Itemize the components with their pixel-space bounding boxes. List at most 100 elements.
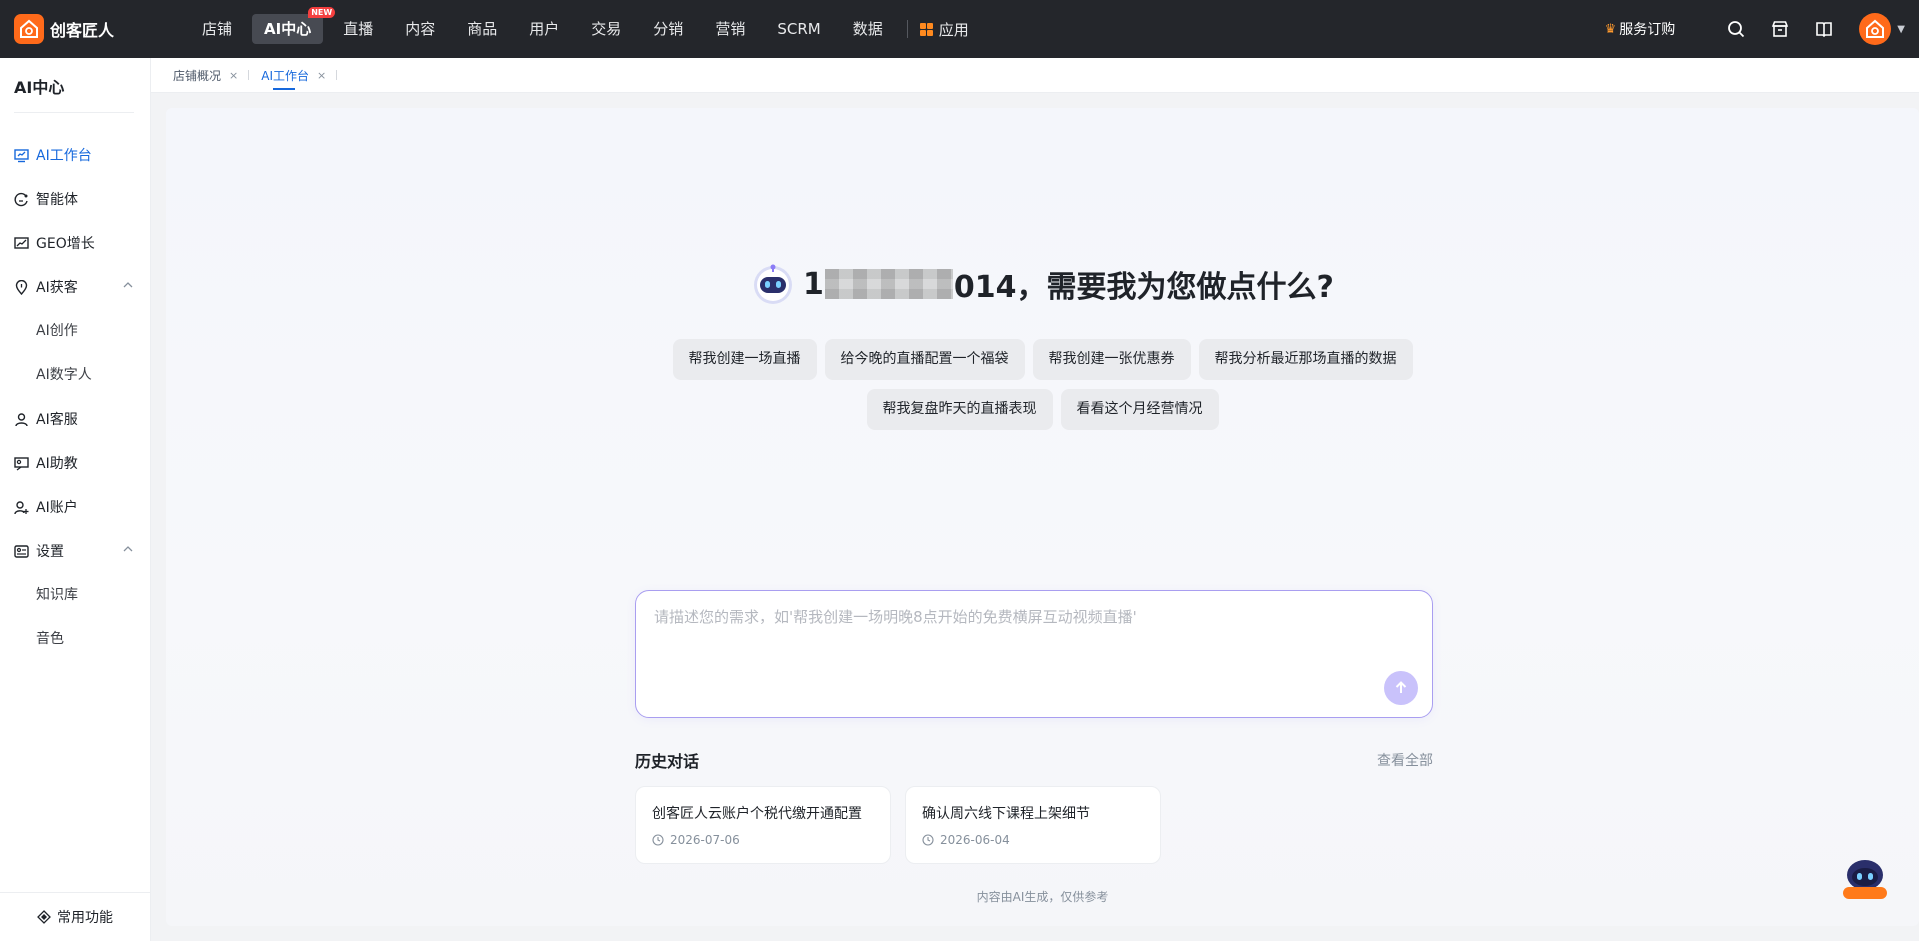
sidebar-item-label: GEO增长 [36, 236, 95, 252]
history-header: 历史对话 查看全部 [635, 748, 1433, 772]
chevron-down-icon[interactable]: ▼ [1897, 24, 1905, 35]
masked-username [824, 269, 953, 299]
floating-assistant-icon[interactable] [1839, 855, 1891, 903]
greeting: 1 014，需要我为您做点什么? [166, 262, 1919, 306]
dashboard-icon [14, 147, 30, 163]
brand-name: 创客匠人 [50, 21, 115, 40]
tab-store-overview[interactable]: 店铺概况 × [151, 58, 248, 92]
ai-workbench-panel: 1 014，需要我为您做点什么? 帮我创建一场直播 给今晚的直播配置一个福袋 帮… [166, 108, 1919, 926]
nav-item-marketing[interactable]: 营销 [703, 14, 757, 44]
close-icon[interactable]: × [317, 69, 326, 82]
top-right-tools: ♛ 服务 订购 ▼ [1605, 0, 1905, 58]
history-card[interactable]: 确认周六线下课程上架细节 2026-06-04 [905, 786, 1161, 864]
store-icon[interactable] [1769, 18, 1791, 40]
sidebar-divider [14, 112, 134, 113]
sidebar-item-ai-assistant-teacher[interactable]: AI助教 [0, 441, 150, 485]
suggestion-chips: 帮我创建一场直播 给今晚的直播配置一个福袋 帮我创建一张优惠券 帮我分析最近那场… [166, 339, 1919, 439]
common-functions-button[interactable]: 常用功能 [0, 892, 150, 941]
location-pin-icon [14, 279, 30, 295]
growth-chart-icon [14, 235, 30, 251]
avatar[interactable] [1859, 13, 1892, 45]
apps-grid-icon [919, 22, 933, 36]
greeting-text: 014，需要我为您做点什么? [953, 270, 1334, 305]
user-icon [14, 411, 30, 427]
subscribe-prefix: 服务 [1619, 22, 1648, 38]
suggestion-chip[interactable]: 帮我创建一场直播 [672, 339, 817, 380]
suggestion-chip[interactable]: 给今晚的直播配置一个福袋 [824, 339, 1025, 380]
book-icon[interactable] [1813, 18, 1835, 40]
sidebar-item-label: 设置 [36, 544, 64, 560]
subscribe-button[interactable]: ♛ 服务 订购 [1605, 19, 1676, 39]
prompt-composer [635, 590, 1433, 718]
tab-label: AI工作台 [261, 68, 309, 83]
brand-logo[interactable]: 创客匠人 [14, 14, 174, 44]
suggestion-chip[interactable]: 看看这个月经营情况 [1060, 389, 1219, 430]
top-nav-bar: 创客匠人 店铺 AI中心 NEW 直播 内容 商品 用户 交易 分销 营销 SC… [0, 0, 1919, 58]
suggestion-row: 帮我创建一场直播 给今晚的直播配置一个福袋 帮我创建一张优惠券 帮我分析最近那场… [669, 339, 1417, 380]
nav-item-apps[interactable]: 应用 [919, 19, 969, 40]
nav-item-data[interactable]: 数据 [841, 14, 895, 44]
chevron-up-icon[interactable] [122, 543, 134, 559]
sidebar-item-geo-growth[interactable]: GEO增长 [0, 221, 150, 265]
sidebar-item-label: 智能体 [36, 192, 78, 208]
sidebar-item-ai-workbench[interactable]: AI工作台 [0, 133, 150, 177]
history-card-date-row: 2026-07-06 [652, 833, 890, 847]
history-card-date: 2026-07-06 [670, 833, 740, 847]
nav-item-store[interactable]: 店铺 [190, 14, 244, 44]
send-button[interactable] [1384, 671, 1418, 705]
nav-item-ai-center[interactable]: AI中心 NEW [252, 7, 336, 44]
sidebar-title: AI中心 [14, 78, 65, 97]
clock-icon [922, 834, 934, 846]
suggestion-chip[interactable]: 帮我分析最近那场直播的数据 [1198, 339, 1413, 380]
prompt-input[interactable] [652, 607, 1396, 627]
sidebar-item-label: AI账户 [36, 500, 78, 516]
nav-item-live[interactable]: 直播 [331, 14, 385, 44]
tab-divider [336, 70, 338, 80]
suggestion-chip[interactable]: 帮我创建一张优惠券 [1032, 339, 1191, 380]
teacher-icon [14, 455, 30, 471]
sidebar-item-label: AI获客 [36, 280, 78, 296]
apps-label: 应用 [938, 20, 969, 39]
diamond-grid-icon [37, 910, 51, 924]
subscribe-label: 订购 [1647, 22, 1676, 38]
sidebar-item-label: AI客服 [36, 412, 78, 428]
sidebar-item-ai-customer-service[interactable]: AI客服 [0, 397, 150, 441]
suggestion-chip[interactable]: 帮我复盘昨天的直播表现 [866, 389, 1053, 430]
nav-item-label: AI中心 [264, 20, 312, 38]
view-all-link[interactable]: 查看全部 [1377, 750, 1433, 770]
nav-item-content[interactable]: 内容 [393, 14, 447, 44]
sidebar-subitem-knowledge-base[interactable]: 知识库 [0, 573, 150, 617]
settings-icon [14, 543, 30, 559]
main-nav: 店铺 AI中心 NEW 直播 内容 商品 用户 交易 分销 营销 SCRM 数据… [190, 7, 969, 44]
history-card-date-row: 2026-06-04 [922, 833, 1160, 847]
nav-item-scrm[interactable]: SCRM [765, 14, 832, 44]
tab-ai-workbench[interactable]: AI工作台 × [249, 58, 336, 92]
nav-item-distribution[interactable]: 分销 [641, 14, 695, 44]
sidebar-item-agent[interactable]: 智能体 [0, 177, 150, 221]
sidebar-item-settings[interactable]: 设置 [0, 529, 150, 573]
common-functions-label: 常用功能 [57, 910, 113, 926]
sidebar-item-ai-account[interactable]: AI账户 [0, 485, 150, 529]
sidebar-subitem-ai-creation[interactable]: AI创作 [0, 309, 150, 353]
history-card-title: 创客匠人云账户个税代缴开通配置 [652, 806, 862, 822]
nav-item-trade[interactable]: 交易 [579, 14, 633, 44]
search-icon[interactable] [1725, 18, 1747, 40]
crown-icon: ♛ [1604, 21, 1617, 37]
sidebar-subitem-ai-digital-human[interactable]: AI数字人 [0, 353, 150, 397]
close-icon[interactable]: × [229, 69, 238, 82]
history-card[interactable]: 创客匠人云账户个税代缴开通配置 2026-07-06 [635, 786, 891, 864]
sidebar-item-ai-acquisition[interactable]: AI获客 [0, 265, 150, 309]
nav-item-users[interactable]: 用户 [517, 14, 571, 44]
sidebar: AI中心 AI工作台 智能体 GEO增长 AI获客 AI创作 AI数字人 AI客… [0, 58, 151, 941]
history-card-title: 确认周六线下课程上架细节 [922, 806, 1090, 822]
sidebar-menu: AI工作台 智能体 GEO增长 AI获客 AI创作 AI数字人 AI客服 AI助… [0, 133, 150, 661]
house-logo-icon [14, 14, 44, 44]
history-card-date: 2026-06-04 [940, 833, 1010, 847]
chevron-up-icon[interactable] [122, 279, 134, 295]
ai-disclaimer: 内容由AI生成，仅供参考 [976, 890, 1109, 904]
tab-label: 店铺概况 [173, 68, 222, 83]
sidebar-subitem-voice[interactable]: 音色 [0, 617, 150, 661]
user-plus-icon [14, 499, 30, 515]
nav-item-products[interactable]: 商品 [455, 14, 509, 44]
agent-icon [14, 191, 30, 207]
